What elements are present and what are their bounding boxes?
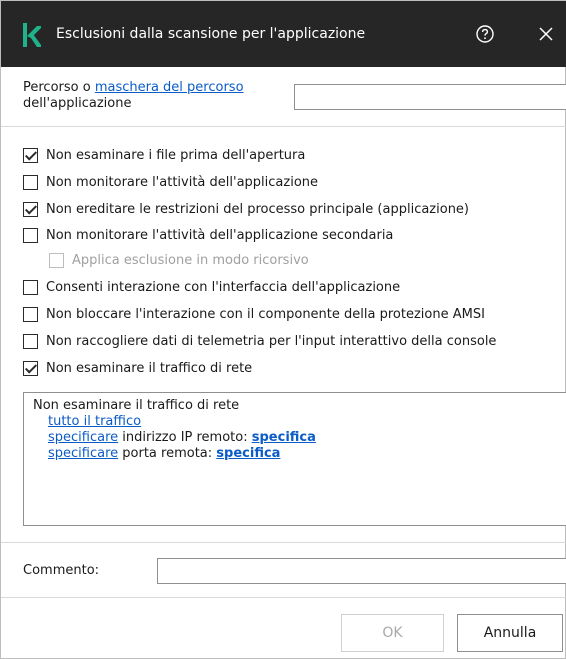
dialog-title: Esclusioni dalla scansione per l'applica…	[56, 26, 366, 42]
cancel-button[interactable]: Annulla	[457, 614, 563, 652]
option-label: Non ereditare le restrizioni del process…	[46, 201, 470, 217]
ok-button[interactable]: OK	[341, 614, 444, 652]
path-label-prefix: Percorso o	[23, 80, 95, 95]
option-skip-network-traffic[interactable]: Non esaminare il traffico di rete	[23, 358, 252, 378]
checkbox[interactable]	[23, 147, 38, 163]
path-input[interactable]	[294, 84, 566, 110]
option-label: Non monitorare l'attività dell'applicazi…	[46, 174, 319, 190]
all-traffic-link[interactable]: tutto il traffico	[48, 414, 141, 429]
option-label: Non esaminare i file prima dell'apertura	[46, 147, 306, 163]
network-rule-box: Non esaminare il traffico di rete tutto …	[23, 392, 566, 526]
option-skip-file-scan[interactable]: Non esaminare i file prima dell'apertura	[23, 145, 305, 165]
title-bar: Esclusioni dalla scansione per l'applica…	[1, 1, 566, 67]
ip-text: indirizzo IP remoto:	[118, 430, 252, 445]
exclusion-dialog: Esclusioni dalla scansione per l'applica…	[0, 0, 566, 659]
ip-specify-link[interactable]: specificare	[48, 430, 118, 445]
path-label: Percorso o maschera del percorso dell'ap…	[23, 80, 273, 112]
option-label: Non esaminare il traffico di rete	[46, 360, 253, 376]
option-no-inherit-restrictions[interactable]: Non ereditare le restrizioni del process…	[23, 199, 469, 219]
option-label: Consenti interazione con l'interfaccia d…	[46, 279, 401, 295]
path-mask-link[interactable]: maschera del percorso	[95, 80, 244, 95]
network-rule-heading: Non esaminare il traffico di rete	[33, 398, 240, 413]
port-text: porta remota:	[118, 446, 217, 461]
checkbox[interactable]	[23, 306, 38, 322]
option-no-monitor-child[interactable]: Non monitorare l'attività dell'applicazi…	[23, 225, 393, 245]
option-label: Non raccogliere dati di telemetria per l…	[46, 333, 497, 349]
checkbox[interactable]	[23, 360, 38, 376]
divider	[1, 542, 566, 543]
checkbox[interactable]	[23, 333, 38, 349]
option-label: Non monitorare l'attività dell'applicazi…	[46, 227, 394, 243]
checkbox	[49, 252, 64, 268]
checkbox[interactable]	[23, 174, 38, 190]
option-no-block-amsi[interactable]: Non bloccare l'interazione con il compon…	[23, 304, 485, 324]
path-label-suffix: dell'applicazione	[23, 96, 132, 111]
port-specify-link[interactable]: specificare	[48, 446, 118, 461]
checkbox[interactable]	[23, 279, 38, 295]
port-value-link[interactable]: specifica	[216, 446, 280, 461]
option-allow-interface-interaction[interactable]: Consenti interazione con l'interfaccia d…	[23, 277, 400, 297]
option-apply-recursive: Applica esclusione in modo ricorsivo	[49, 250, 309, 270]
divider	[1, 597, 566, 598]
option-label: Non bloccare l'interazione con il compon…	[46, 306, 485, 322]
kaspersky-logo-icon	[23, 23, 41, 47]
option-no-telemetry[interactable]: Non raccogliere dati di telemetria per l…	[23, 331, 496, 351]
comment-label: Commento:	[23, 563, 100, 578]
option-label: Applica esclusione in modo ricorsivo	[72, 252, 309, 268]
close-icon[interactable]	[537, 25, 555, 43]
checkbox[interactable]	[23, 227, 38, 243]
comment-input[interactable]	[157, 558, 566, 584]
help-icon[interactable]	[475, 24, 495, 44]
ip-value-link[interactable]: specifica	[252, 430, 316, 445]
checkbox[interactable]	[23, 201, 38, 217]
divider	[1, 126, 566, 127]
option-no-monitor-activity[interactable]: Non monitorare l'attività dell'applicazi…	[23, 172, 318, 192]
